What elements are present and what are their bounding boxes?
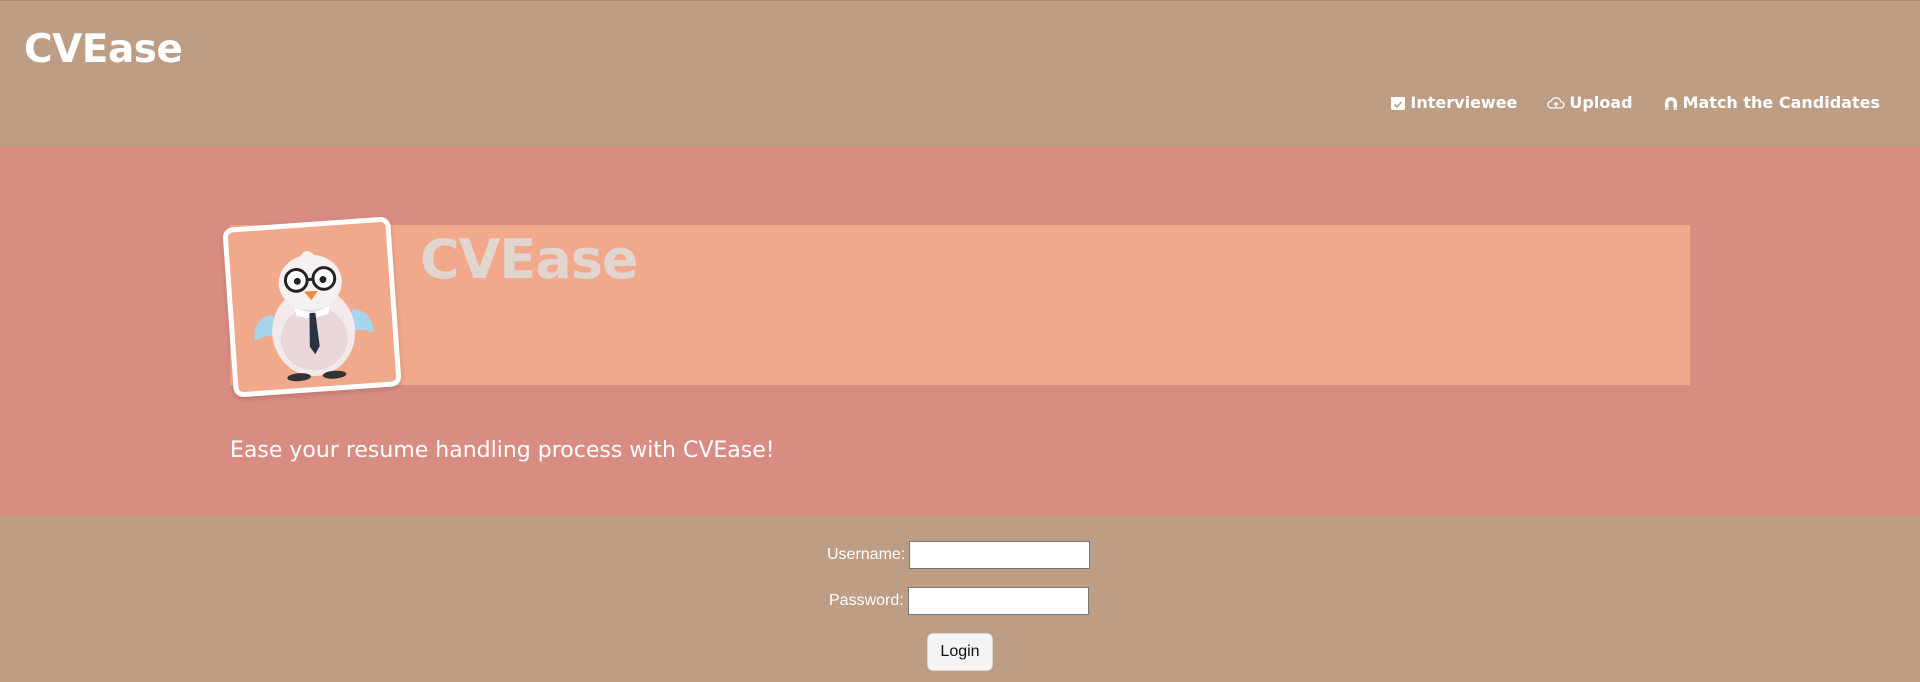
password-label: Password:	[829, 592, 904, 609]
brand-logo-text[interactable]: CVEase	[24, 27, 183, 72]
login-button[interactable]: Login	[927, 633, 993, 671]
hero-section: CVEase Ease your resume handling process…	[0, 146, 1920, 516]
username-row: Username:	[827, 541, 1091, 569]
password-row: Password:	[829, 587, 1089, 615]
hero-title: CVEase	[420, 228, 639, 291]
top-navbar: CVEase Interviewee Upload Match the Cand…	[0, 0, 1920, 146]
nav-item-interviewee[interactable]: Interviewee	[1390, 93, 1517, 112]
username-label: Username:	[827, 546, 906, 563]
nav-item-label: Match the Candidates	[1682, 93, 1880, 112]
hero-tagline: Ease your resume handling process with C…	[230, 438, 775, 463]
nav-item-label: Upload	[1569, 93, 1633, 112]
main-nav: Interviewee Upload Match the Candidates	[1390, 93, 1880, 112]
calendar-check-icon	[1390, 95, 1406, 111]
magnet-icon	[1663, 95, 1679, 111]
nav-item-upload[interactable]: Upload	[1547, 93, 1633, 112]
bird-mascot-icon	[227, 222, 397, 392]
nav-item-match-candidates[interactable]: Match the Candidates	[1663, 93, 1880, 112]
username-input[interactable]	[909, 541, 1091, 569]
bird-mascot-logo	[222, 216, 402, 398]
nav-item-label: Interviewee	[1410, 93, 1518, 112]
password-input[interactable]	[907, 587, 1089, 615]
cloud-upload-icon	[1547, 95, 1565, 111]
login-form: Username: Password: Login	[0, 516, 1920, 682]
